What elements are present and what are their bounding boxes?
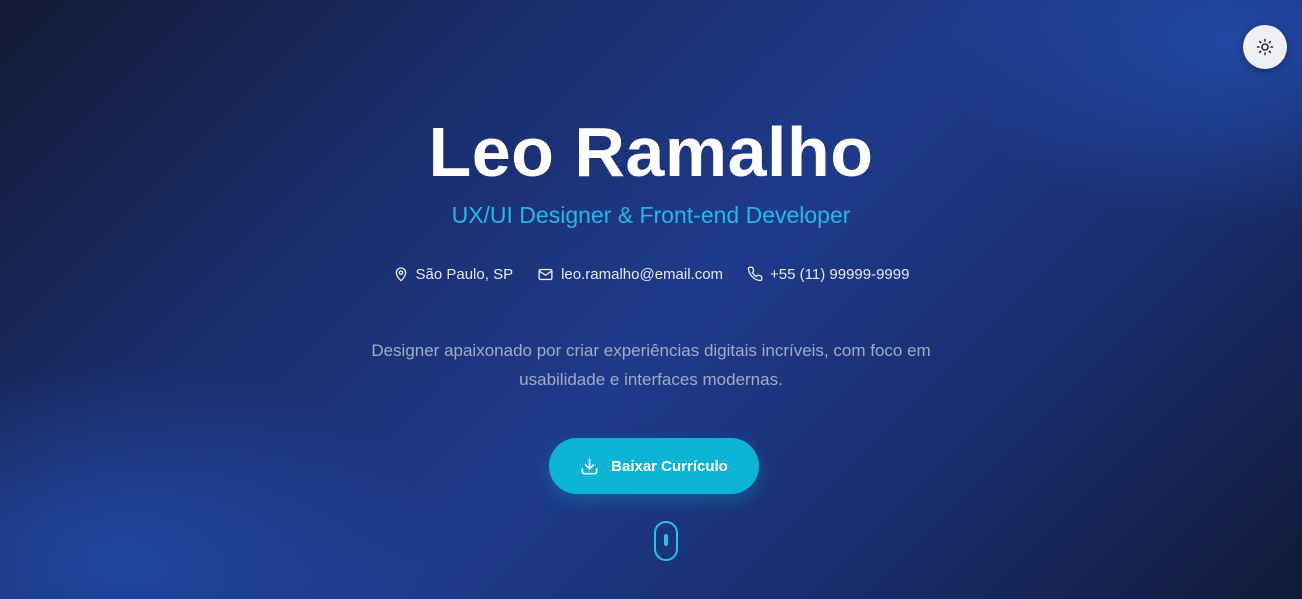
contact-location: São Paulo, SP	[393, 262, 514, 286]
email-text[interactable]: leo.ramalho@email.com	[561, 266, 723, 283]
download-icon	[581, 458, 598, 474]
map-pin-icon	[395, 267, 406, 282]
page-title: Leo Ramalho	[428, 113, 874, 191]
phone-icon	[747, 266, 763, 282]
contact-phone[interactable]: +55 (11) 99999-9999	[747, 262, 909, 286]
phone-text[interactable]: +55 (11) 99999-9999	[770, 266, 909, 283]
scroll-wheel-dot	[664, 534, 668, 546]
theme-toggle-button[interactable]	[1243, 25, 1287, 69]
mouse-scroll-icon[interactable]	[654, 521, 678, 561]
sun-icon	[1256, 38, 1274, 56]
contact-info: São Paulo, SP leo.ramalho@email.com +55 …	[0, 262, 1302, 286]
hero-section: Leo Ramalho UX/UI Designer & Front-end D…	[0, 0, 1302, 599]
mail-icon	[538, 268, 553, 280]
download-cv-button[interactable]: Baixar Currículo	[549, 438, 759, 494]
download-cv-label: Baixar Currículo	[611, 457, 728, 475]
role-subtitle: UX/UI Designer & Front-end Developer	[451, 202, 851, 228]
contact-email[interactable]: leo.ramalho@email.com	[537, 262, 723, 286]
location-text: São Paulo, SP	[415, 265, 514, 283]
bio-text: Designer apaixonado por criar experiênci…	[371, 341, 931, 389]
